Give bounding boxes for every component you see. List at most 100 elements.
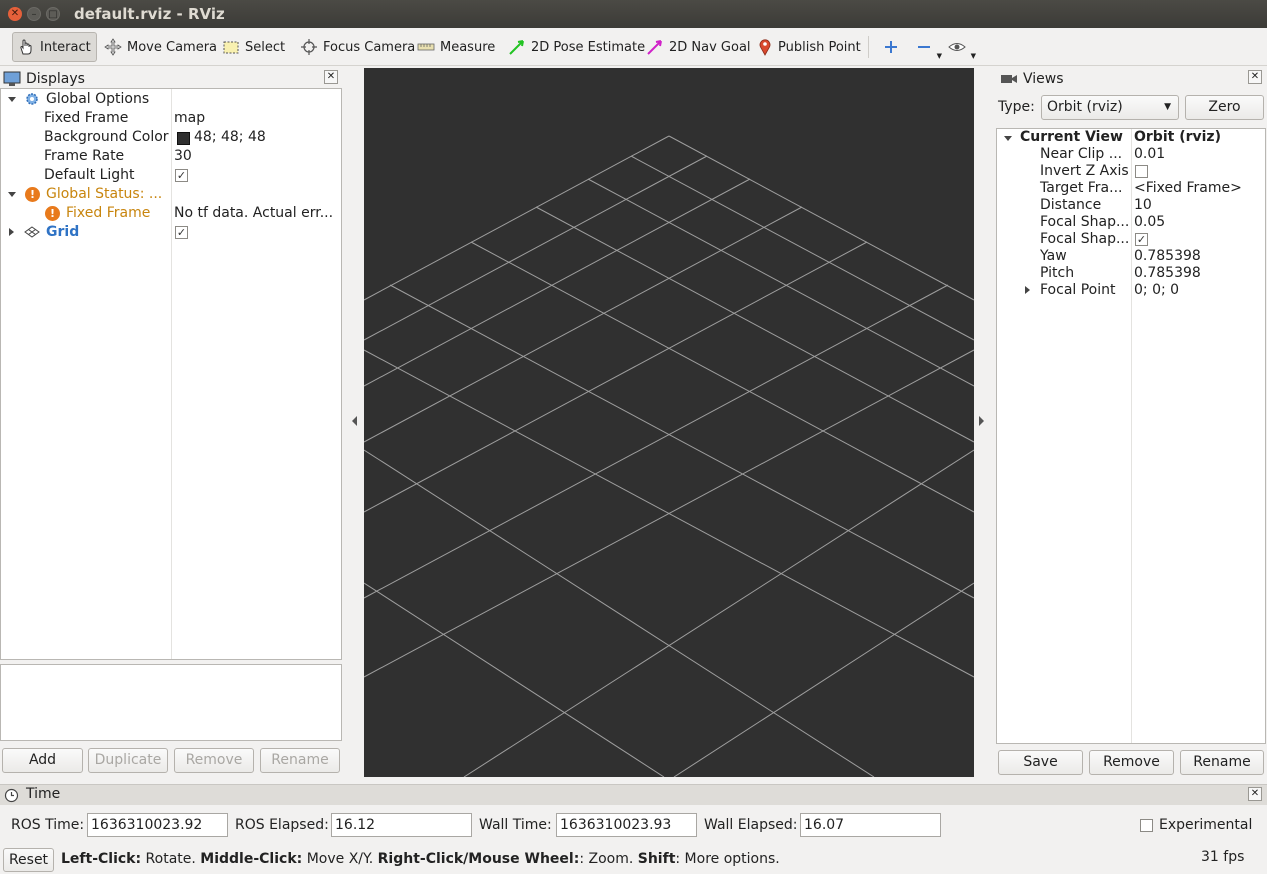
frame-rate-value[interactable]: 30 (174, 147, 192, 166)
displays-tree: Global Options Fixed Frame map Backgroun… (0, 88, 342, 660)
dropdown-arrow-icon: ▼ (936, 52, 942, 60)
display-description-box (0, 664, 342, 741)
remove-view-button[interactable]: Remove (1089, 750, 1174, 775)
background-color-label: Background Color (44, 129, 169, 145)
column-divider (1131, 129, 1132, 743)
global-status-label[interactable]: Global Status: ... (46, 185, 162, 204)
expand-arrow-icon[interactable] (8, 97, 16, 102)
rename-view-button[interactable]: Rename (1180, 750, 1264, 775)
focal-shape-checkbox[interactable]: ✓ (1135, 233, 1148, 246)
view-prop-value[interactable]: 0.785398 (1134, 265, 1201, 282)
grid-display-label[interactable]: Grid (46, 223, 79, 242)
ruler-icon (417, 43, 435, 51)
main-toolbar: Interact Move Camera Select Focus Camera… (0, 28, 1267, 66)
collapse-arrow-icon[interactable] (1025, 286, 1030, 294)
view-prop-value[interactable]: 0.05 (1134, 214, 1165, 231)
tool-label: 2D Nav Goal (669, 39, 751, 55)
ros-time-label: ROS Time: (11, 817, 85, 833)
view-prop-label: Target Fra... (1040, 180, 1123, 196)
warning-icon: ! (25, 187, 40, 202)
view-prop-value[interactable]: <Fixed Frame> (1134, 180, 1242, 197)
invert-z-axis-checkbox[interactable] (1135, 165, 1148, 178)
toolbar-separator (868, 36, 869, 58)
tool-label: 2D Pose Estimate (531, 39, 646, 55)
tool-interact-button[interactable]: Interact (12, 32, 97, 62)
tool-measure-button[interactable]: Measure (413, 32, 499, 62)
duplicate-display-button[interactable]: Duplicate (88, 748, 168, 773)
add-tool-button[interactable] (879, 32, 903, 62)
move-camera-icon (104, 38, 122, 56)
time-title: Time (26, 786, 61, 802)
tool-label: Interact (40, 39, 91, 55)
collapse-right-panel-icon[interactable] (979, 416, 984, 426)
background-color-value[interactable]: 48; 48; 48 (194, 128, 266, 147)
gear-icon (26, 93, 38, 105)
collapse-left-panel-icon[interactable] (352, 416, 357, 426)
wall-elapsed-field[interactable]: 16.07 (800, 813, 941, 837)
grid-enabled-checkbox[interactable]: ✓ (175, 226, 188, 239)
rename-display-button[interactable]: Rename (260, 748, 340, 773)
tool-label: Publish Point (778, 39, 861, 55)
remove-tool-button[interactable]: ▼ (912, 32, 942, 62)
time-close-icon[interactable]: ✕ (1248, 787, 1262, 801)
color-swatch[interactable] (177, 132, 190, 145)
view-prop-label: Pitch (1040, 265, 1075, 281)
remove-display-button[interactable]: Remove (174, 748, 254, 773)
save-view-button[interactable]: Save (998, 750, 1083, 775)
experimental-checkbox[interactable] (1140, 819, 1153, 832)
map-pin-icon (759, 39, 771, 56)
displays-close-icon[interactable]: ✕ (324, 70, 338, 84)
global-options-label[interactable]: Global Options (46, 90, 149, 109)
warning-icon: ! (45, 206, 60, 221)
hint-text: : Zoom. (579, 851, 638, 867)
collapse-arrow-icon[interactable] (9, 228, 14, 236)
window-maximize-icon[interactable]: □ (46, 7, 60, 21)
tool-publish-point-button[interactable]: Publish Point (753, 32, 865, 62)
fps-readout: 31 fps (1201, 849, 1245, 865)
camera-icon (1001, 75, 1017, 83)
time-panel-header: Time (0, 784, 1267, 805)
view-prop-value[interactable]: 0.01 (1134, 146, 1165, 163)
view-prop-value[interactable]: 10 (1134, 197, 1152, 214)
views-title: Views (1023, 71, 1064, 87)
tool-2d-pose-estimate-button[interactable]: 2D Pose Estimate (504, 32, 649, 62)
view-type-select[interactable]: Orbit (rviz) ▼ (1041, 95, 1179, 120)
panels-visibility-button[interactable]: ▼ (944, 32, 976, 62)
fixed-frame-value[interactable]: map (174, 109, 205, 128)
fixed-frame-label: Fixed Frame (44, 110, 129, 126)
hint-text: Move X/Y. (302, 851, 378, 867)
hint-text: : More options. (675, 851, 780, 867)
views-close-icon[interactable]: ✕ (1248, 70, 1262, 84)
default-light-label: Default Light (44, 167, 135, 183)
grid-render (363, 135, 975, 778)
expand-arrow-icon[interactable] (1004, 136, 1012, 141)
render-viewport[interactable] (363, 68, 975, 778)
add-display-button[interactable]: Add (2, 748, 83, 773)
plus-icon (885, 41, 897, 53)
tool-2d-nav-goal-button[interactable]: 2D Nav Goal (642, 32, 755, 62)
tool-select-button[interactable]: Select (218, 32, 289, 62)
focus-camera-icon (301, 39, 317, 55)
ros-time-field[interactable]: 1636310023.92 (87, 813, 228, 837)
wall-time-label: Wall Time: (479, 817, 552, 833)
current-view-label[interactable]: Current View (1020, 129, 1123, 146)
reset-button[interactable]: Reset (3, 848, 54, 872)
view-prop-value[interactable]: 0; 0; 0 (1134, 282, 1179, 299)
tool-move-camera-button[interactable]: Move Camera (100, 32, 221, 62)
window-minimize-icon[interactable]: – (27, 7, 41, 21)
hand-icon (20, 39, 32, 55)
ros-elapsed-field[interactable]: 16.12 (331, 813, 472, 837)
default-light-checkbox[interactable]: ✓ (175, 169, 188, 182)
view-type-value: Orbit (rviz) (1047, 99, 1123, 115)
ros-elapsed-label: ROS Elapsed: (235, 817, 329, 833)
view-type-label: Type: (998, 99, 1035, 115)
tool-focus-camera-button[interactable]: Focus Camera (296, 32, 419, 62)
view-prop-value[interactable]: 0.785398 (1134, 248, 1201, 265)
zero-view-button[interactable]: Zero (1185, 95, 1264, 120)
expand-arrow-icon[interactable] (8, 192, 16, 197)
eye-icon (948, 43, 966, 51)
column-divider (171, 89, 172, 659)
window-close-icon[interactable]: ✕ (8, 7, 22, 21)
wall-time-field[interactable]: 1636310023.93 (556, 813, 697, 837)
tool-label: Select (245, 39, 286, 55)
